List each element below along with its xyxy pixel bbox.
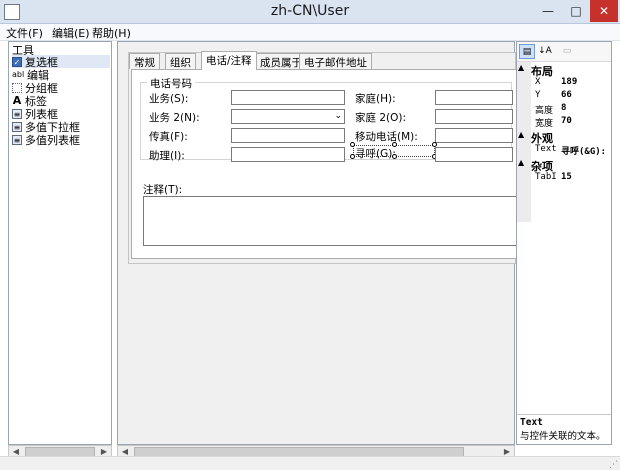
- property-row[interactable]: Text 寻呼(&G):: [517, 144, 611, 157]
- pager-label[interactable]: 寻呼(G):: [355, 146, 396, 161]
- property-value[interactable]: 寻呼(&G):: [561, 144, 606, 157]
- property-category[interactable]: ▲ 杂项: [517, 158, 611, 173]
- form-designer: 常规 组织 电话/注释 成员属于 电子邮件地址 电话号码 业务(S): 家庭(H): 业…: [117, 41, 518, 445]
- property-row[interactable]: 宽度 70: [517, 116, 611, 129]
- business-field[interactable]: [231, 90, 345, 105]
- business-label: 业务(S):: [149, 93, 189, 105]
- tab-0[interactable]: 常规: [129, 53, 160, 69]
- phone-group: 电话号码 业务(S): 家庭(H): 业务 2(N): ⌄ 家庭 2(O): 传…: [140, 76, 513, 162]
- properties-toolbar: ▤ ↓A ▭: [517, 42, 611, 62]
- property-name: Text: [535, 144, 557, 154]
- property-value[interactable]: 70: [561, 116, 572, 126]
- phone-group-title: 电话号码: [147, 76, 195, 91]
- notes-field[interactable]: [143, 196, 518, 246]
- pager-field[interactable]: [435, 147, 513, 162]
- toolbox-panel: 工具 ✓ 复选框 abl 编辑 分组框 A 标签 ≡ 列表框 ≡ 多值下拉框 ≡ 多值列表框: [8, 41, 112, 445]
- categorized-icon[interactable]: ▤: [519, 44, 535, 59]
- property-name: X: [535, 77, 541, 87]
- checkbox-icon: ✓: [12, 56, 22, 67]
- status-bar: ⋰: [0, 456, 620, 470]
- property-name: 高度: [535, 106, 554, 116]
- title-bar: zh-CN\User — □ ✕: [0, 0, 620, 24]
- property-category[interactable]: ▲ 外观: [517, 130, 611, 145]
- multivalue-list-icon: ≡: [12, 134, 22, 145]
- window-title: zh-CN\User: [270, 3, 350, 19]
- minimize-button[interactable]: —: [534, 0, 562, 22]
- collapse-icon[interactable]: ▲: [518, 130, 524, 139]
- mobile-field[interactable]: [435, 128, 513, 143]
- collapse-icon[interactable]: ▲: [518, 63, 524, 72]
- property-category[interactable]: ▲ 布局: [517, 63, 611, 78]
- home2-label: 家庭 2(O):: [355, 112, 407, 124]
- sort-alphabetical-icon[interactable]: ↓A: [537, 44, 553, 59]
- chevron-down-icon[interactable]: ⌄: [334, 110, 342, 123]
- home-field[interactable]: [435, 90, 513, 105]
- property-row[interactable]: Y 66: [517, 90, 611, 103]
- menu-help[interactable]: 帮助(H): [92, 25, 131, 41]
- assistant-field[interactable]: [231, 147, 345, 162]
- description-text: 与控件关联的文本。: [520, 431, 606, 442]
- property-value[interactable]: 15: [561, 172, 572, 182]
- toolbox-item-label: 多值列表框: [25, 133, 80, 147]
- property-name: 宽度: [535, 119, 554, 129]
- property-name: TabI: [535, 172, 557, 182]
- maximize-button[interactable]: □: [562, 0, 590, 22]
- resize-handle[interactable]: [392, 154, 397, 159]
- menu-file[interactable]: 文件(F): [6, 25, 43, 41]
- home2-field[interactable]: [435, 109, 513, 124]
- notes-label: 注释(T):: [143, 184, 183, 196]
- listbox-icon: ≡: [12, 108, 22, 119]
- collapse-icon[interactable]: ▲: [518, 158, 524, 167]
- groupbox-icon: [12, 82, 22, 93]
- business2-label: 业务 2(N):: [149, 112, 200, 124]
- property-description: Text 与控件关联的文本。: [517, 414, 611, 444]
- textbox-icon: abl: [12, 69, 25, 80]
- property-row[interactable]: 高度 8: [517, 103, 611, 116]
- property-row[interactable]: X 189: [517, 77, 611, 90]
- fax-field[interactable]: [231, 128, 345, 143]
- resize-handle[interactable]: [350, 142, 355, 147]
- tab-2[interactable]: 电话/注释: [201, 51, 257, 70]
- home-label: 家庭(H):: [355, 93, 396, 105]
- label-icon: A: [12, 93, 22, 107]
- assistant-label: 助理(I):: [149, 150, 185, 162]
- tab-4[interactable]: 电子邮件地址: [299, 53, 372, 69]
- toolbox-item[interactable]: ≡ 多值列表框: [12, 133, 110, 147]
- properties-panel: ▤ ↓A ▭ ▲ 布局 X 189 Y 66 高度 8 宽度 70 ▲ 外观 Text 寻呼(&G): ▲ 杂…: [516, 41, 612, 445]
- resize-handle[interactable]: [392, 142, 397, 147]
- property-name: Y: [535, 90, 541, 100]
- resize-handle[interactable]: [350, 154, 355, 159]
- mobile-label: 移动电话(M):: [355, 131, 418, 143]
- close-button[interactable]: ✕: [590, 0, 618, 22]
- description-title: Text: [520, 417, 543, 428]
- business2-combo[interactable]: ⌄: [231, 109, 345, 124]
- tab-1[interactable]: 组织: [165, 53, 196, 69]
- form-surface: 常规 组织 电话/注释 成员属于 电子邮件地址 电话号码 业务(S): 家庭(H): 业…: [128, 51, 518, 264]
- property-value[interactable]: 8: [561, 103, 566, 113]
- menu-bar: 文件(F) 编辑(E) 帮助(H): [0, 24, 620, 41]
- property-value[interactable]: 66: [561, 90, 572, 100]
- fax-label: 传真(F):: [149, 131, 188, 143]
- property-pages-icon[interactable]: ▭: [559, 44, 575, 59]
- menu-edit[interactable]: 编辑(E): [52, 25, 90, 41]
- tab-page-phone-notes: 电话号码 业务(S): 家庭(H): 业务 2(N): ⌄ 家庭 2(O): 传…: [131, 69, 518, 259]
- property-value[interactable]: 189: [561, 77, 577, 87]
- multivalue-combo-icon: ≡: [12, 121, 22, 132]
- resize-grip-icon[interactable]: ⋰: [609, 460, 618, 470]
- property-row[interactable]: TabI 15: [517, 172, 611, 185]
